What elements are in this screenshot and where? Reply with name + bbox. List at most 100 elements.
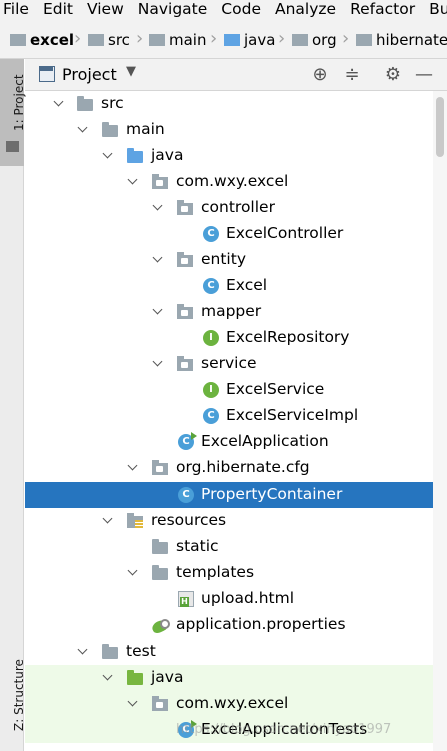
structure-tool-label: Z: Structure	[12, 659, 26, 731]
html-file-icon	[178, 591, 194, 607]
folder-icon	[102, 644, 118, 659]
tree-row[interactable]: static	[25, 534, 433, 560]
menu-edit[interactable]: Edit	[38, 0, 73, 21]
scrollbar-thumb[interactable]	[436, 97, 444, 157]
chevron-right-icon: ›	[278, 28, 286, 49]
menu-build[interactable]: Bu	[424, 0, 447, 21]
tree-row[interactable]: C ExcelServiceImpl	[25, 403, 433, 429]
tree-row[interactable]: mapper	[25, 299, 433, 325]
menu-view[interactable]: View	[82, 0, 124, 21]
structure-tool-tab[interactable]: Z: Structure	[0, 627, 26, 737]
tree-row[interactable]: service	[25, 351, 433, 377]
tree-row-selected[interactable]: C PropertyContainer	[25, 482, 433, 508]
tree-row[interactable]: templates	[25, 560, 433, 586]
chevron-down-icon[interactable]	[77, 645, 89, 657]
spring-app-icon: C	[178, 432, 197, 450]
tree-row[interactable]: controller	[25, 195, 433, 221]
watermark: https://blog.csdn.net/xinyao1997	[176, 722, 392, 737]
menu-analyze[interactable]: Analyze	[270, 0, 336, 21]
tree-row[interactable]: C ExcelController	[25, 221, 433, 247]
folder-icon	[149, 34, 165, 46]
tool-window-strip: 1: Project Z: Structure	[0, 59, 26, 751]
breadcrumb-hibernate[interactable]: hibernate	[356, 21, 447, 58]
chevron-down-icon[interactable]	[152, 357, 164, 369]
chevron-down-icon[interactable]	[127, 461, 139, 473]
project-panel-header: Project ▼ ⊕ ≑ ⚙ —	[25, 59, 447, 91]
test-source-folder-icon	[127, 670, 143, 685]
tree-row[interactable]: com.wxy.excel	[25, 691, 433, 717]
menu-code[interactable]: Code	[216, 0, 261, 21]
chevron-down-icon[interactable]	[77, 123, 89, 135]
collapse-all-icon[interactable]: ≑	[341, 64, 363, 86]
folder-icon	[6, 141, 19, 152]
chevron-down-icon[interactable]	[127, 697, 139, 709]
interface-icon: I	[203, 330, 219, 346]
tree-row[interactable]: resources	[25, 508, 433, 534]
chevron-right-icon: ›	[210, 28, 218, 49]
breadcrumb-main[interactable]: main	[149, 21, 206, 58]
package-icon	[356, 34, 372, 46]
folder-icon	[88, 34, 104, 46]
tree-row[interactable]: java	[25, 143, 433, 169]
breadcrumb-excel[interactable]: excel	[10, 21, 74, 58]
tree-row[interactable]: com.wxy.excel	[25, 169, 433, 195]
source-folder-icon	[127, 148, 143, 163]
breadcrumb-java[interactable]: java	[224, 21, 275, 58]
vertical-scrollbar[interactable]	[433, 91, 447, 751]
project-tree: src main java com.wxy.excel controller C…	[25, 91, 433, 751]
chevron-down-icon[interactable]	[102, 149, 114, 161]
folder-icon	[102, 122, 118, 137]
menu-navigate[interactable]: Navigate	[133, 0, 208, 21]
resources-folder-icon	[127, 513, 143, 528]
folder-icon	[152, 539, 168, 554]
tree-row[interactable]: application.properties	[25, 612, 433, 638]
package-icon	[292, 34, 308, 46]
class-icon: C	[203, 226, 219, 242]
chevron-down-icon[interactable]: ▼	[126, 64, 136, 79]
locate-icon[interactable]: ⊕	[309, 64, 331, 86]
project-tool-label: 1: Project	[12, 74, 26, 131]
tree-row[interactable]: C ExcelApplication	[25, 429, 433, 455]
source-folder-icon	[224, 34, 240, 46]
tree-row[interactable]: main	[25, 117, 433, 143]
project-tool-tab[interactable]: 1: Project	[0, 59, 26, 166]
tree-row[interactable]: C Excel	[25, 273, 433, 299]
gear-icon[interactable]: ⚙	[382, 64, 404, 86]
menu-file[interactable]: File	[0, 0, 29, 21]
chevron-right-icon: ›	[136, 28, 144, 49]
menu-refactor[interactable]: Refactor	[345, 0, 415, 21]
package-icon	[177, 356, 193, 371]
chevron-down-icon[interactable]	[152, 201, 164, 213]
chevron-right-icon: ›	[74, 28, 82, 49]
folder-icon	[10, 34, 26, 46]
package-icon	[177, 200, 193, 215]
project-panel-title[interactable]: Project	[62, 65, 117, 84]
tree-row[interactable]: I ExcelRepository	[25, 325, 433, 351]
chevron-down-icon[interactable]	[152, 253, 164, 265]
tree-row[interactable]: test	[25, 639, 433, 665]
package-icon	[152, 460, 168, 475]
chevron-down-icon[interactable]	[102, 671, 114, 683]
tree-row[interactable]: src	[25, 91, 433, 117]
class-icon: C	[203, 408, 219, 424]
package-icon	[177, 304, 193, 319]
chevron-down-icon[interactable]	[102, 514, 114, 526]
breadcrumb-org[interactable]: org	[292, 21, 337, 58]
breadcrumb-src[interactable]: src	[88, 21, 130, 58]
project-icon	[39, 66, 55, 82]
tree-row[interactable]: I ExcelService	[25, 377, 433, 403]
chevron-down-icon[interactable]	[127, 175, 139, 187]
chevron-down-icon[interactable]	[152, 305, 164, 317]
breadcrumb: excel › src › main › java › org › hibern…	[0, 21, 447, 59]
properties-file-icon	[152, 617, 170, 633]
chevron-right-icon: ›	[342, 28, 350, 49]
tree-row[interactable]: upload.html	[25, 586, 433, 612]
class-icon: C	[178, 487, 194, 503]
class-icon: C	[203, 278, 219, 294]
tree-row[interactable]: java	[25, 665, 433, 691]
chevron-down-icon[interactable]	[53, 97, 65, 109]
chevron-down-icon[interactable]	[127, 566, 139, 578]
minimize-icon[interactable]: —	[413, 64, 435, 86]
tree-row[interactable]: entity	[25, 247, 433, 273]
tree-row[interactable]: org.hibernate.cfg	[25, 455, 433, 481]
